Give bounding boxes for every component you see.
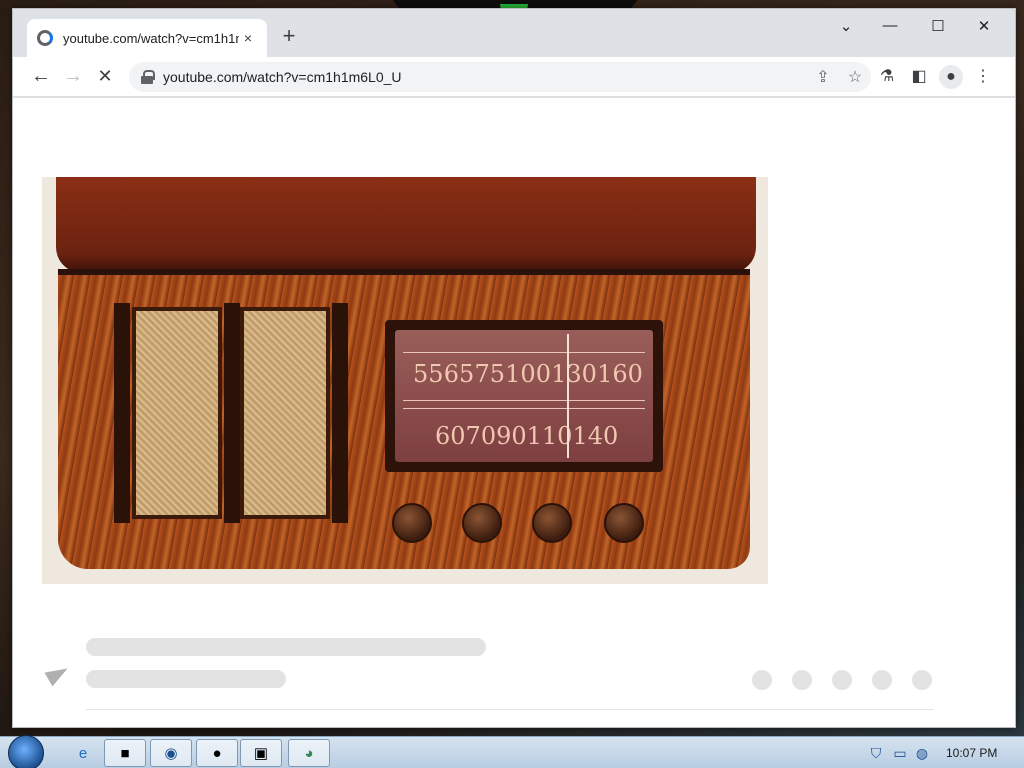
grille-bar bbox=[332, 303, 348, 523]
grille-bar bbox=[114, 303, 130, 523]
stop-loading-button[interactable]: ✕ bbox=[93, 65, 117, 89]
dial-number: 70 bbox=[465, 422, 497, 450]
tab-title: youtube.com/watch?v=cm1h1m bbox=[63, 30, 239, 46]
tab-youtube[interactable]: youtube.com/watch?v=cm1h1m × bbox=[27, 19, 267, 57]
action-placeholder bbox=[912, 670, 932, 690]
radio-cabinet-top bbox=[56, 177, 756, 273]
dial-needle bbox=[567, 334, 569, 458]
speaker-grille-right bbox=[240, 307, 330, 519]
radio-knob bbox=[532, 503, 572, 543]
browser-window: youtube.com/watch?v=cm1h1m × + ⌄ — ☐ ✕ ←… bbox=[12, 8, 1016, 728]
page-content: 55 65 75 100 130 160 60 70 90 110 140 bbox=[13, 98, 1015, 727]
action-placeholder bbox=[792, 670, 812, 690]
media-icon[interactable]: ◉ bbox=[150, 739, 192, 767]
profile-avatar-icon[interactable]: ● bbox=[939, 65, 963, 89]
dial-face: 55 65 75 100 130 160 60 70 90 110 140 bbox=[395, 330, 653, 462]
dial-bottom-scale: 60 70 90 110 140 bbox=[435, 422, 618, 450]
loading-favicon-icon bbox=[37, 30, 53, 46]
taskbar-clock[interactable]: 10:07 PM bbox=[946, 746, 997, 760]
action-placeholder bbox=[832, 670, 852, 690]
dial-rule bbox=[403, 400, 645, 401]
url-text[interactable]: youtube.com/watch?v=cm1h1m6L0_U bbox=[163, 69, 807, 85]
tab-search-button[interactable]: ⌄ bbox=[831, 17, 861, 35]
monitor-icon[interactable]: ▭ bbox=[890, 745, 910, 762]
terminal-icon[interactable]: ■ bbox=[104, 739, 146, 767]
channel-placeholder bbox=[86, 670, 286, 688]
browser-menu-icon[interactable]: ⋮ bbox=[971, 65, 995, 89]
dial-number: 65 bbox=[443, 360, 475, 388]
dial-number: 160 bbox=[597, 360, 643, 388]
chrome-icon[interactable]: ◕ bbox=[288, 739, 330, 767]
dial-number: 90 bbox=[496, 422, 527, 450]
dial-number: 100 bbox=[505, 360, 551, 388]
browser-toolbar: ← → ✕ youtube.com/watch?v=cm1h1m6L0_U ⇪ … bbox=[13, 57, 1015, 97]
start-button[interactable] bbox=[8, 735, 44, 768]
speaker-grille-left bbox=[132, 307, 222, 519]
share-icon[interactable]: ⇪ bbox=[807, 67, 839, 87]
labs-icon[interactable]: ⚗ bbox=[875, 65, 899, 89]
app-icon[interactable]: ● bbox=[196, 739, 238, 767]
address-bar[interactable]: youtube.com/watch?v=cm1h1m6L0_U ⇪ ☆ bbox=[129, 62, 871, 92]
network-icon[interactable]: ◍ bbox=[912, 745, 932, 762]
video-player[interactable]: 55 65 75 100 130 160 60 70 90 110 140 bbox=[42, 177, 768, 584]
taskbar: e ■ ◉ ● ▣ ◕ ⛉ ▭ ◍ 10:07 PM bbox=[0, 735, 1024, 768]
grille-bar bbox=[224, 303, 240, 523]
dial-number: 60 bbox=[435, 422, 466, 450]
action-placeholder bbox=[872, 670, 892, 690]
dial-top-scale: 55 65 75 100 130 160 bbox=[413, 360, 643, 388]
tab-strip: youtube.com/watch?v=cm1h1m × + ⌄ — ☐ ✕ bbox=[13, 9, 1017, 57]
forward-button[interactable]: → bbox=[61, 65, 85, 89]
back-button[interactable]: ← bbox=[29, 65, 53, 89]
radio-knob bbox=[462, 503, 502, 543]
minimize-button[interactable]: — bbox=[875, 17, 905, 34]
dial-number: 130 bbox=[551, 360, 597, 388]
new-tab-button[interactable]: + bbox=[277, 25, 301, 49]
title-placeholder bbox=[86, 638, 486, 656]
dial-rule bbox=[403, 352, 645, 353]
bookmark-star-icon[interactable]: ☆ bbox=[839, 67, 871, 87]
tuning-dial: 55 65 75 100 130 160 60 70 90 110 140 bbox=[385, 320, 663, 472]
tab-close-icon[interactable]: × bbox=[239, 30, 257, 46]
mouse-cursor-icon bbox=[44, 661, 72, 687]
lock-icon[interactable] bbox=[141, 70, 155, 84]
dial-number: 75 bbox=[474, 360, 505, 388]
content-divider bbox=[86, 709, 934, 710]
close-window-button[interactable]: ✕ bbox=[969, 17, 999, 35]
radio-knob bbox=[392, 503, 432, 543]
dial-number: 110 bbox=[526, 422, 573, 450]
side-panel-icon[interactable]: ◧ bbox=[907, 65, 931, 89]
maximize-button[interactable]: ☐ bbox=[923, 17, 953, 35]
console-icon[interactable]: ▣ bbox=[240, 739, 282, 767]
radio-knob bbox=[604, 503, 644, 543]
dial-rule bbox=[403, 408, 645, 409]
action-placeholder bbox=[752, 670, 772, 690]
dial-number: 140 bbox=[572, 422, 619, 450]
dial-number: 55 bbox=[413, 360, 444, 388]
shield-icon[interactable]: ⛉ bbox=[866, 745, 886, 762]
ie-icon[interactable]: e bbox=[62, 739, 104, 767]
